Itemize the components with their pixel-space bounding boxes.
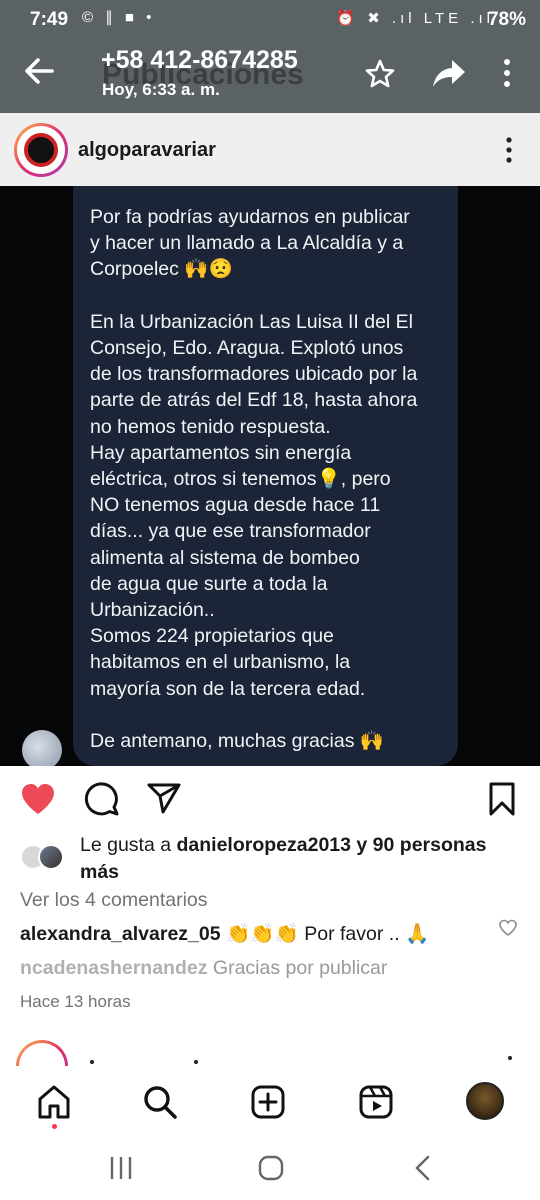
notification-icons: © ∥ ■ • <box>82 9 156 26</box>
sender-avatar <box>22 730 62 766</box>
next-post-fragment <box>90 1060 94 1064</box>
star-icon[interactable] <box>364 58 396 90</box>
action-bar <box>0 766 540 830</box>
brand-logo <box>24 133 58 167</box>
next-post-avatar[interactable] <box>16 1040 68 1066</box>
recents-icon[interactable] <box>108 1154 134 1182</box>
likes-user[interactable]: danieloropeza2013 <box>177 834 352 856</box>
profile-avatar[interactable] <box>466 1082 504 1120</box>
post-message-text: Por fa podrías ayudarnos en publicar y h… <box>90 206 418 753</box>
next-post-fragment <box>194 1060 198 1064</box>
heart-icon[interactable] <box>20 782 56 816</box>
likers-avatars[interactable] <box>20 844 72 872</box>
post-image[interactable]: Por fa podrías ayudarnos en publicar y h… <box>0 186 540 766</box>
search-icon[interactable] <box>142 1084 178 1120</box>
comment-icon[interactable] <box>84 782 120 816</box>
post-time-ago: Hace 13 horas <box>20 992 131 1011</box>
system-navigation <box>0 1138 540 1200</box>
create-icon[interactable] <box>250 1084 286 1120</box>
comment-text: Gracias por publicar <box>207 957 388 979</box>
back-arrow-icon[interactable] <box>22 54 56 88</box>
bookmark-icon[interactable] <box>484 782 520 816</box>
likes-prefix: Le gusta a <box>80 834 177 856</box>
battery-level: 78% <box>487 9 526 30</box>
next-post-fragment <box>508 1056 512 1060</box>
status-time: 7:49 <box>30 9 69 30</box>
reels-icon[interactable] <box>358 1084 394 1120</box>
post-avatar[interactable] <box>14 123 68 177</box>
comment-row: alexandra_alvarez_05 👏👏👏 Por favor .. 🙏 <box>20 922 429 946</box>
home-icon[interactable] <box>36 1084 72 1120</box>
comment-text: 👏👏👏 Por favor .. 🙏 <box>220 923 430 945</box>
view-comments-link[interactable]: Ver los 4 comentarios <box>20 889 208 912</box>
forward-icon[interactable] <box>432 58 466 88</box>
send-icon[interactable] <box>146 782 182 816</box>
status-bar: 7:49 © ∥ ■ • ⏰ ✖ .ıl LTE .ıl 78% <box>0 0 540 38</box>
contact-phone: +58 412-8674285 <box>101 46 298 74</box>
comment-row: ncadenashernandez Gracias por publicar <box>20 957 387 980</box>
comment-like-icon[interactable] <box>498 918 518 938</box>
comment-user[interactable]: alexandra_alvarez_05 <box>20 923 221 945</box>
message-timestamp: Hoy, 6:33 a. m. <box>102 80 220 99</box>
home-circle-icon[interactable] <box>256 1154 286 1182</box>
post-username[interactable]: algoparavariar <box>78 139 216 162</box>
whatsapp-header: 7:49 © ∥ ■ • ⏰ ✖ .ıl LTE .ıl 78% Publica… <box>0 0 540 113</box>
post-options-icon[interactable] <box>504 137 514 163</box>
post-header: algoparavariar <box>0 113 540 186</box>
more-menu-icon[interactable] <box>500 58 514 88</box>
home-active-dot <box>52 1124 57 1129</box>
comment-user[interactable]: ncadenashernandez <box>20 957 207 979</box>
likes-summary[interactable]: Le gusta a danieloropeza2013 y 90 person… <box>80 832 500 886</box>
bottom-navigation <box>0 1066 540 1138</box>
signal-icons: ⏰ ✖ .ıl LTE .ıl <box>336 10 494 27</box>
back-chevron-icon[interactable] <box>412 1154 434 1182</box>
